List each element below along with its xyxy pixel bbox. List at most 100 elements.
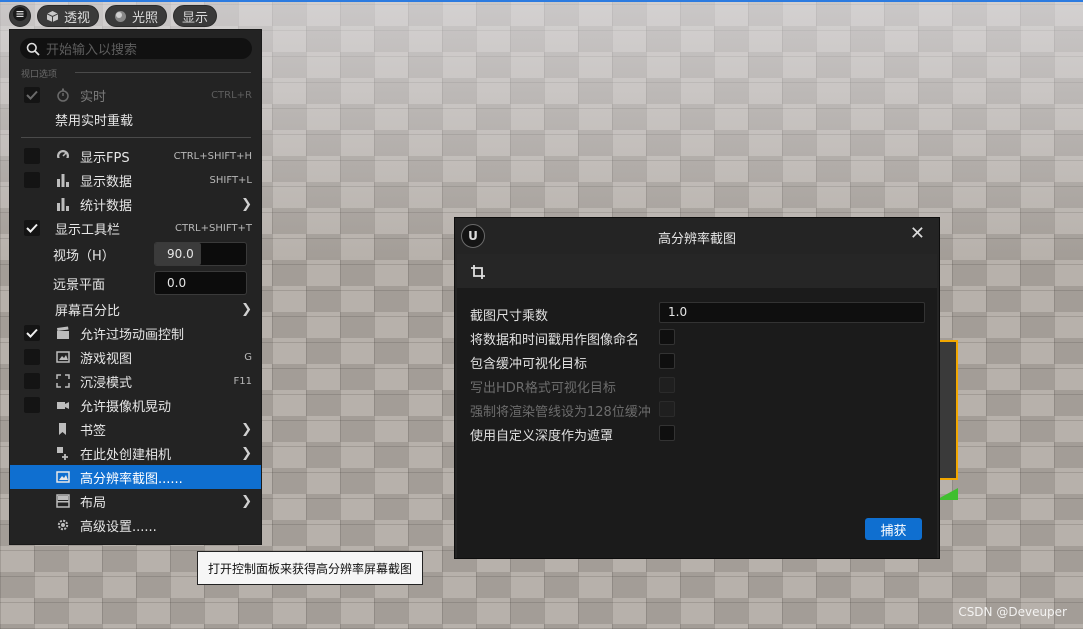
shortcut-label: SHIFT+L — [209, 174, 252, 186]
checkbox[interactable] — [659, 353, 675, 369]
menu-item-label: 高分辨率截图...... — [80, 471, 183, 487]
field-include-buffer-visualization: 包含缓冲可视化目标 — [457, 349, 937, 373]
crop-toolbar — [457, 254, 937, 288]
menu-item-label: 游戏视图 — [80, 351, 133, 367]
bookmark-icon — [56, 422, 70, 436]
menu-item-advanced-settings[interactable]: 高级设置...... — [10, 513, 261, 537]
dialog-title: 高分辨率截图 — [657, 232, 736, 247]
bar-chart-icon — [56, 197, 70, 211]
section-label-viewport-options: 视口选项 — [21, 70, 58, 80]
layout-icon — [56, 494, 70, 508]
search-icon — [26, 42, 40, 56]
speedometer-icon — [56, 149, 70, 163]
lighting-label: 光照 — [132, 10, 159, 26]
viewport-options-menu: 开始输入以搜索 视口选项 实时 CTRL+R 禁用实时重载 显示FPS CTRL… — [9, 29, 262, 545]
menu-item-label: 布局 — [80, 495, 107, 511]
menu-item-label: 显示FPS — [80, 150, 130, 166]
menu-item-field-of-view: 视场（H） 90.0 — [10, 242, 261, 266]
selected-actor-outline[interactable] — [938, 340, 958, 480]
image-icon — [56, 470, 70, 484]
menu-item-show-toolbar[interactable]: 显示工具栏 CTRL+SHIFT+T — [10, 216, 261, 240]
search-input[interactable]: 开始输入以搜索 — [20, 38, 252, 59]
viewport-options-button[interactable] — [9, 5, 31, 27]
menu-item-label: 远景平面 — [53, 277, 106, 293]
clapperboard-icon — [56, 326, 70, 340]
lighting-button[interactable]: 光照 — [105, 5, 168, 27]
menu-item-allow-camera-shake[interactable]: 允许摄像机晃动 — [10, 393, 261, 417]
checkbox[interactable] — [24, 349, 40, 365]
menu-item-label: 实时 — [80, 89, 107, 105]
search-placeholder: 开始输入以搜索 — [46, 43, 138, 58]
menu-item-bookmarks[interactable]: 书签 ❯ — [10, 417, 261, 441]
chevron-right-icon: ❯ — [241, 301, 252, 317]
fov-numeric-input[interactable]: 90.0 — [154, 242, 247, 266]
checkbox[interactable] — [659, 425, 675, 441]
checkbox[interactable] — [659, 329, 675, 345]
field-label: 包含缓冲可视化目标 — [470, 357, 588, 372]
menu-item-label: 沉浸模式 — [80, 375, 133, 391]
chevron-right-icon: ❯ — [241, 445, 252, 461]
close-icon[interactable]: ✕ — [910, 223, 925, 244]
show-label: 显示 — [182, 10, 209, 26]
menu-item-game-view[interactable]: 游戏视图 G — [10, 345, 261, 369]
chevron-right-icon: ❯ — [241, 493, 252, 509]
perspective-label: 透视 — [64, 10, 91, 26]
checkbox[interactable] — [24, 148, 40, 164]
menu-item-show-stats[interactable]: 显示数据 SHIFT+L — [10, 168, 261, 192]
shortcut-label: CTRL+R — [211, 89, 252, 101]
field-label: 强制将渲染管线设为128位缓冲 — [470, 405, 651, 420]
fullscreen-icon — [56, 374, 70, 388]
checkbox[interactable] — [24, 373, 40, 389]
menu-item-label: 屏幕百分比 — [55, 303, 121, 319]
viewport-top-border — [0, 0, 1083, 2]
menu-item-realtime[interactable]: 实时 CTRL+R — [10, 83, 261, 107]
menu-item-allow-cinematic-control[interactable]: 允许过场动画控制 — [10, 321, 261, 345]
menu-item-label: 视场（H） — [53, 248, 115, 264]
crop-icon[interactable] — [470, 264, 486, 284]
dialog-body: 截图尺寸乘数 1.0 将数据和时间戳用作图像命名 包含缓冲可视化目标 写出HDR… — [457, 254, 937, 558]
dialog-title-bar[interactable]: U 高分辨率截图 ✕ — [455, 218, 939, 254]
menu-item-create-camera-here[interactable]: 在此处创建相机 ❯ — [10, 441, 261, 465]
perspective-button[interactable]: 透视 — [37, 5, 100, 27]
chevron-right-icon: ❯ — [241, 421, 252, 437]
high-resolution-screenshot-dialog: U 高分辨率截图 ✕ 截图尺寸乘数 1.0 将数据和时间戳用作图像命名 包含缓冲… — [454, 217, 940, 559]
divider — [21, 137, 251, 138]
checkbox — [659, 377, 675, 393]
menu-item-show-fps[interactable]: 显示FPS CTRL+SHIFT+H — [10, 144, 261, 168]
shortcut-label: F11 — [233, 375, 252, 387]
menu-item-high-resolution-screenshot[interactable]: 高分辨率截图...... — [10, 465, 261, 489]
field-use-custom-depth-mask: 使用自定义深度作为遮罩 — [457, 421, 937, 445]
menu-item-layouts[interactable]: 布局 ❯ — [10, 489, 261, 513]
checkbox[interactable] — [24, 172, 40, 188]
menu-item-disable-realtime-override[interactable]: 禁用实时重载 — [10, 107, 261, 131]
divider — [75, 72, 251, 73]
size-multiplier-input[interactable]: 1.0 — [659, 302, 925, 323]
cube-icon — [46, 10, 59, 23]
checkbox[interactable] — [24, 397, 40, 413]
menu-item-label: 在此处创建相机 — [80, 447, 172, 463]
field-use-date-timestamp: 将数据和时间戳用作图像命名 — [457, 325, 937, 349]
shortcut-label: CTRL+SHIFT+H — [173, 150, 252, 162]
field-label: 将数据和时间戳用作图像命名 — [470, 333, 640, 348]
checkbox[interactable] — [24, 87, 40, 103]
menu-item-stat[interactable]: 统计数据 ❯ — [10, 192, 261, 216]
menu-item-label: 允许摄像机晃动 — [80, 399, 172, 415]
add-camera-icon — [56, 446, 70, 460]
menu-item-label: 显示数据 — [80, 174, 133, 190]
checkbox — [659, 401, 675, 417]
menu-item-immersive-mode[interactable]: 沉浸模式 F11 — [10, 369, 261, 393]
menu-item-label: 禁用实时重载 — [55, 113, 134, 129]
menu-item-screen-percentage[interactable]: 屏幕百分比 ❯ — [10, 297, 261, 321]
checkbox[interactable] — [24, 325, 40, 341]
show-button[interactable]: 显示 — [173, 5, 218, 27]
far-plane-numeric-input[interactable]: 0.0 — [154, 271, 247, 295]
chevron-right-icon: ❯ — [241, 196, 252, 212]
capture-button[interactable]: 捕获 — [865, 518, 922, 540]
lit-sphere-icon — [114, 10, 127, 23]
checkbox[interactable] — [24, 220, 40, 236]
camera-icon — [56, 398, 70, 412]
field-label: 写出HDR格式可视化目标 — [470, 381, 616, 396]
menu-item-label: 允许过场动画控制 — [80, 327, 185, 343]
size-multiplier-value: 1.0 — [668, 305, 688, 319]
menu-item-label: 统计数据 — [80, 198, 133, 214]
